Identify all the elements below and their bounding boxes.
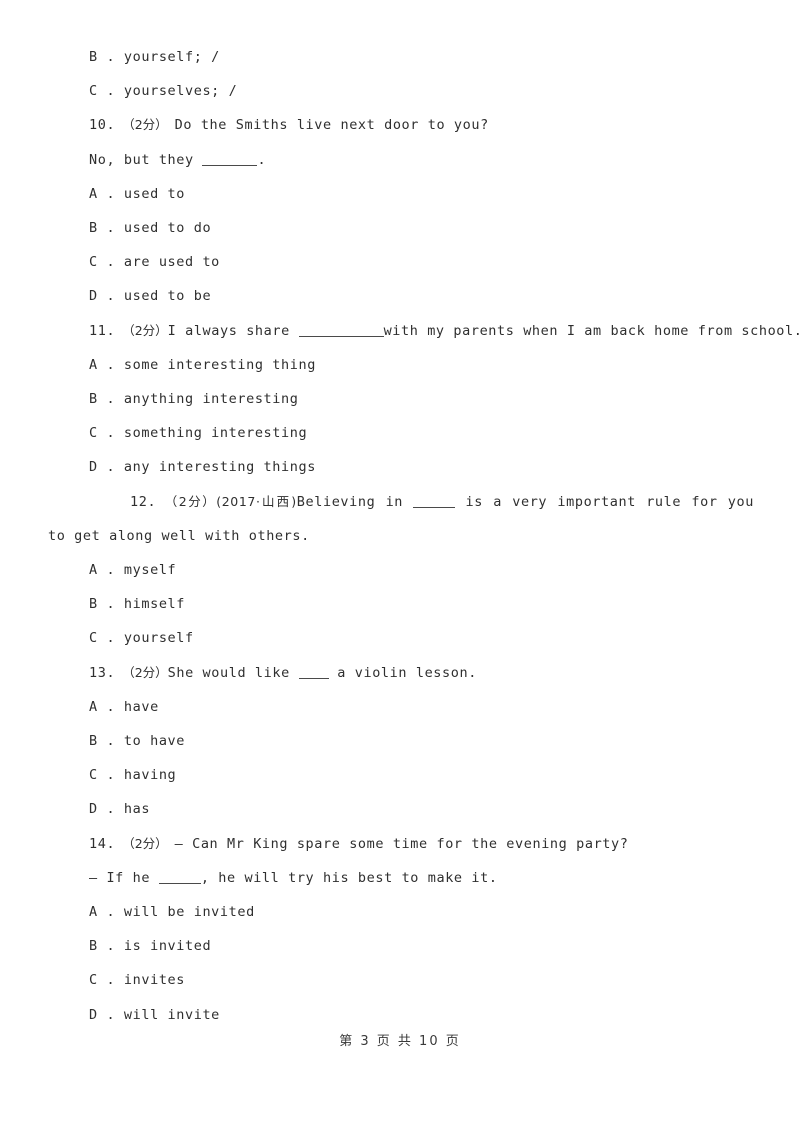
option-10-b-label: B . used to do <box>89 220 212 237</box>
option-13-d[interactable]: D . has <box>48 792 754 826</box>
option-14-c-label: C . invites <box>89 972 186 989</box>
question-11-stem-after: with my parents when I am back home from… <box>383 322 800 339</box>
answer-blank[interactable] <box>298 324 384 337</box>
option-14-d-label: D . will invite <box>89 1006 220 1023</box>
option-11-a-label: A . some interesting thing <box>89 356 316 373</box>
option-12-c[interactable]: C . yourself <box>48 621 754 655</box>
question-11-marks: （2分） <box>122 322 168 338</box>
question-13-stem-after: a violin lesson. <box>328 664 477 681</box>
question-13-marks: （2分） <box>122 664 168 680</box>
question-10-number: 10. <box>89 117 116 134</box>
page-footer-label: 第 3 页 共 10 页 <box>339 1034 461 1049</box>
question-11-number: 11. <box>89 322 116 339</box>
question-14-number: 14. <box>89 835 116 852</box>
question-13-stem-before: She would like <box>167 664 299 681</box>
option-11-d-label: D . any interesting things <box>89 459 316 476</box>
question-12-number: 12. <box>130 493 157 510</box>
question-12-source: (2017·山西) <box>216 493 297 509</box>
option-11-a[interactable]: A . some interesting thing <box>48 348 754 382</box>
option-13-c[interactable]: C . having <box>48 758 754 792</box>
option-10-d-label: D . used to be <box>89 288 212 305</box>
question-10-prompt-before: No, but they <box>89 151 203 168</box>
question-10-marks: （2分） <box>122 117 168 133</box>
option-14-d[interactable]: D . will invite <box>48 998 754 1032</box>
question-13-stem: 13. （2分）She would like a violin lesson. <box>48 656 754 690</box>
question-10-stem: 10. （2分） Do the Smiths live next door to y… <box>48 108 754 142</box>
question-12-marks: （2分） <box>163 493 217 509</box>
option-9-c[interactable]: C . yourselves; / <box>48 74 754 108</box>
option-12-a[interactable]: A . myself <box>48 553 754 587</box>
option-11-d[interactable]: D . any interesting things <box>48 450 754 484</box>
question-10-prompt-after: . <box>257 151 267 168</box>
exam-page: B . yourself; / C . yourselves; / 10. （2分… <box>0 0 800 1132</box>
option-11-b-label: B . anything interesting <box>89 391 299 408</box>
question-14-prompt-before: — If he <box>89 869 159 886</box>
question-14-stem: 14. （2分） — Can Mr King spare some time for… <box>48 827 754 861</box>
option-9-c-label: C . yourselves; / <box>89 83 238 100</box>
option-10-b[interactable]: B . used to do <box>48 211 754 245</box>
question-13-number: 13. <box>89 664 116 681</box>
option-14-b[interactable]: B . is invited <box>48 929 754 963</box>
question-14-prompt-after: , he will try his best to make it. <box>200 869 498 886</box>
question-12-stem: 12. （2分）(2017·山西)Believing in is a very i… <box>48 485 754 553</box>
question-14-stem-text: — Can Mr King spare some time for the ev… <box>174 835 629 852</box>
answer-blank[interactable] <box>298 666 329 679</box>
option-13-d-label: D . has <box>89 801 151 818</box>
option-14-b-label: B . is invited <box>89 938 212 955</box>
option-10-c[interactable]: C . are used to <box>48 245 754 279</box>
option-13-a[interactable]: A . have <box>48 690 754 724</box>
option-13-b-label: B . to have <box>89 733 186 750</box>
option-11-c-label: C . something interesting <box>89 425 308 442</box>
question-body-column: B . yourself; / C . yourselves; / 10. （2分… <box>48 40 800 1032</box>
option-10-c-label: C . are used to <box>89 254 220 271</box>
question-11-stem: 11. （2分）I always share with my parents wh… <box>48 314 800 348</box>
option-14-a[interactable]: A . will be invited <box>48 895 754 929</box>
question-10-prompt: No, but they . <box>48 143 754 177</box>
option-10-a-label: A . used to <box>89 185 186 202</box>
option-11-c[interactable]: C . something interesting <box>48 416 754 450</box>
question-11-stem-before: I always share <box>167 322 299 339</box>
option-11-b[interactable]: B . anything interesting <box>48 382 754 416</box>
option-12-b-label: B . himself <box>89 596 186 613</box>
option-10-a[interactable]: A . used to <box>48 177 754 211</box>
question-12-stem-before: Believing in <box>296 493 414 510</box>
option-13-b[interactable]: B . to have <box>48 724 754 758</box>
option-14-c[interactable]: C . invites <box>48 963 754 997</box>
option-9-b-label: B . yourself; / <box>89 49 220 65</box>
answer-blank[interactable] <box>158 871 201 884</box>
page-footer: 第 3 页 共 10 页 <box>0 1030 800 1049</box>
option-13-c-label: C . having <box>89 767 177 784</box>
answer-blank[interactable] <box>202 153 258 166</box>
option-10-d[interactable]: D . used to be <box>48 279 754 313</box>
option-13-a-label: A . have <box>89 698 159 715</box>
question-14-prompt: — If he , he will try his best to make i… <box>48 861 754 895</box>
answer-blank[interactable] <box>413 495 456 508</box>
option-9-b[interactable]: B . yourself; / <box>48 40 754 74</box>
option-14-a-label: A . will be invited <box>89 904 255 921</box>
option-12-c-label: C . yourself <box>89 630 194 647</box>
question-10-stem-text: Do the Smiths live next door to you? <box>174 117 489 134</box>
option-12-a-label: A . myself <box>89 562 177 579</box>
question-14-marks: （2分） <box>122 835 168 851</box>
option-12-b[interactable]: B . himself <box>48 587 754 621</box>
